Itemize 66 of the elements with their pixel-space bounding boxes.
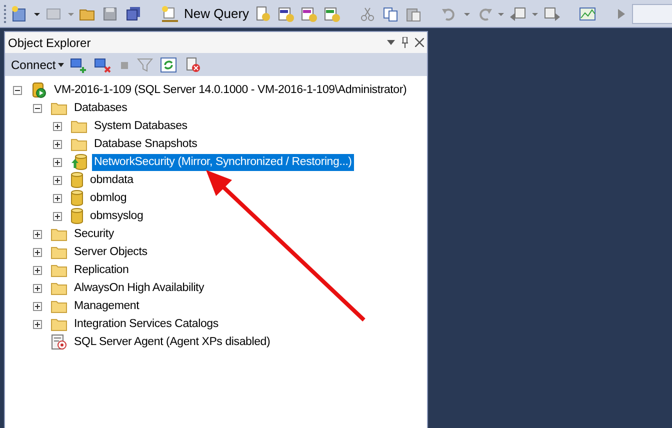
agent-icon xyxy=(51,334,67,350)
connect-button[interactable]: Connect xyxy=(11,56,64,74)
disconnect-computer-icon[interactable] xyxy=(94,56,112,72)
connect-computer-icon[interactable] xyxy=(70,56,88,72)
dropdown-caret-icon xyxy=(58,62,64,66)
save-all-icon[interactable] xyxy=(125,6,143,22)
expand-icon[interactable] xyxy=(53,158,62,166)
tree-item[interactable]: AlwaysOn High Availability xyxy=(72,280,206,296)
expand-icon[interactable] xyxy=(53,140,62,148)
script-error-icon[interactable] xyxy=(184,56,202,72)
panel-title: Object Explorer xyxy=(8,34,91,52)
navigate-forward-icon[interactable] xyxy=(543,6,562,22)
tree-item[interactable]: obmsyslog xyxy=(88,208,146,224)
dropdown-caret-icon[interactable] xyxy=(387,40,395,45)
tree-item[interactable]: VM-2016-1-109 (SQL Server 14.0.1000 - VM-2016-1-109\Administrator) xyxy=(52,82,409,98)
collapse-icon[interactable] xyxy=(13,86,22,94)
folder-icon xyxy=(51,227,67,241)
database-icon xyxy=(71,172,83,188)
mdx-query-icon[interactable] xyxy=(277,6,296,22)
expand-icon[interactable] xyxy=(33,284,42,292)
tree-item[interactable]: Database Snapshots xyxy=(92,136,200,152)
tree-item[interactable]: Integration Services Catalogs xyxy=(72,316,220,332)
new-query-icon xyxy=(161,4,179,22)
expand-icon[interactable] xyxy=(33,230,42,238)
activity-monitor-icon[interactable] xyxy=(579,6,598,22)
tree-item[interactable]: Security xyxy=(72,226,116,242)
expand-icon[interactable] xyxy=(33,248,42,256)
expand-icon[interactable] xyxy=(33,320,42,328)
folder-icon xyxy=(51,101,67,115)
tree-item[interactable]: obmdata xyxy=(88,172,136,188)
folder-icon xyxy=(51,299,67,313)
tree-item[interactable]: SQL Server Agent (Agent XPs disabled) xyxy=(72,334,272,350)
database-icon xyxy=(71,208,83,224)
copy-icon[interactable] xyxy=(382,6,400,22)
expand-icon[interactable] xyxy=(53,122,62,130)
expand-icon[interactable] xyxy=(53,212,62,220)
expand-icon[interactable] xyxy=(33,302,42,310)
folder-icon xyxy=(71,119,87,133)
tree-item[interactable]: Server Objects xyxy=(72,244,150,260)
dmx-query-icon[interactable] xyxy=(300,6,318,22)
expand-icon[interactable] xyxy=(53,194,62,202)
server-icon xyxy=(31,82,47,98)
folder-icon xyxy=(51,245,67,259)
folder-icon xyxy=(51,263,67,277)
folder-icon xyxy=(51,317,67,331)
paste-icon[interactable] xyxy=(405,6,424,22)
tree-item[interactable]: Management xyxy=(72,298,142,314)
refresh-icon[interactable] xyxy=(160,56,178,72)
navigate-backward-icon[interactable] xyxy=(509,6,528,22)
tree-item[interactable]: System Databases xyxy=(92,118,190,134)
xmla-query-icon[interactable] xyxy=(323,6,342,22)
tree-item[interactable]: Databases xyxy=(72,100,130,116)
expand-icon[interactable] xyxy=(53,176,62,184)
folder-icon xyxy=(51,281,67,295)
database-query-icon[interactable] xyxy=(254,6,272,22)
close-icon[interactable] xyxy=(415,38,424,47)
expand-icon[interactable] xyxy=(33,266,42,274)
pin-icon[interactable] xyxy=(401,37,409,48)
tree-item[interactable]: obmlog xyxy=(88,190,129,206)
new-query-button[interactable]: New Query xyxy=(161,4,250,24)
folder-icon xyxy=(71,137,87,151)
tree-item[interactable]: Replication xyxy=(72,262,131,278)
database-up-arrow-icon xyxy=(71,154,87,170)
database-icon xyxy=(71,190,83,206)
collapse-icon[interactable] xyxy=(33,104,42,112)
tree-item[interactable]: NetworkSecurity (Mirror, Synchronized / Restoring...) xyxy=(92,154,354,170)
